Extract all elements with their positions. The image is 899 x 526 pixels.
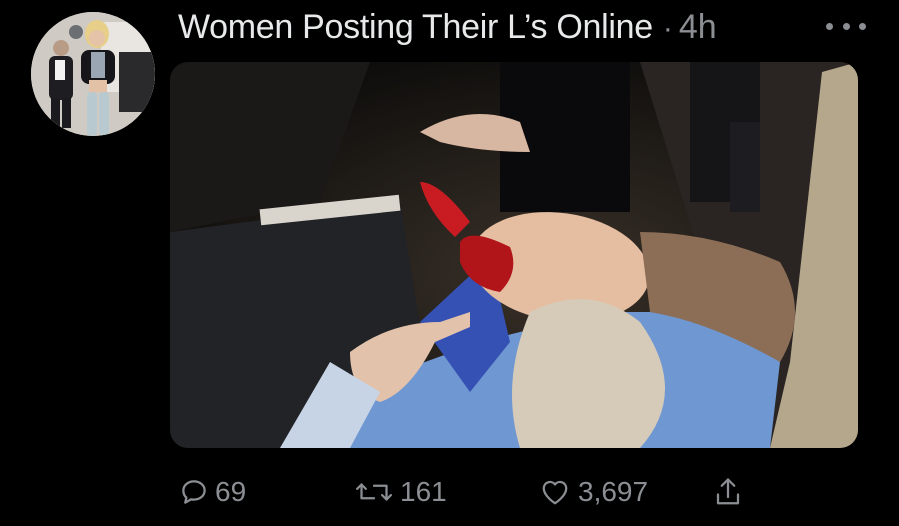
separator-dot: · bbox=[662, 12, 673, 45]
display-name[interactable]: Women Posting Their L’s Online bbox=[178, 8, 653, 47]
avatar[interactable] bbox=[31, 12, 155, 136]
share-icon bbox=[716, 478, 740, 505]
action-bar: 69 161 3,697 bbox=[0, 470, 899, 514]
media-photo bbox=[170, 62, 858, 448]
retweet-button[interactable]: 161 bbox=[354, 470, 447, 514]
retweet-icon bbox=[356, 483, 392, 501]
heart-icon bbox=[542, 480, 568, 505]
retweet-count: 161 bbox=[400, 476, 447, 507]
reply-button[interactable]: 69 bbox=[179, 470, 246, 514]
share-button[interactable] bbox=[713, 470, 743, 514]
dot bbox=[842, 22, 850, 30]
tweet-header: Women Posting Their L’s Online · 4h bbox=[178, 8, 717, 48]
like-count: 3,697 bbox=[578, 476, 649, 507]
dot bbox=[859, 22, 866, 30]
more-dots-icon[interactable] bbox=[826, 18, 866, 34]
timestamp[interactable]: 4h bbox=[679, 8, 717, 47]
reply-count: 69 bbox=[215, 476, 247, 507]
like-button[interactable]: 3,697 bbox=[538, 470, 648, 514]
reply-icon bbox=[182, 480, 206, 504]
dot bbox=[826, 22, 833, 30]
tweet-media[interactable] bbox=[170, 62, 858, 448]
avatar-photo bbox=[31, 12, 155, 136]
